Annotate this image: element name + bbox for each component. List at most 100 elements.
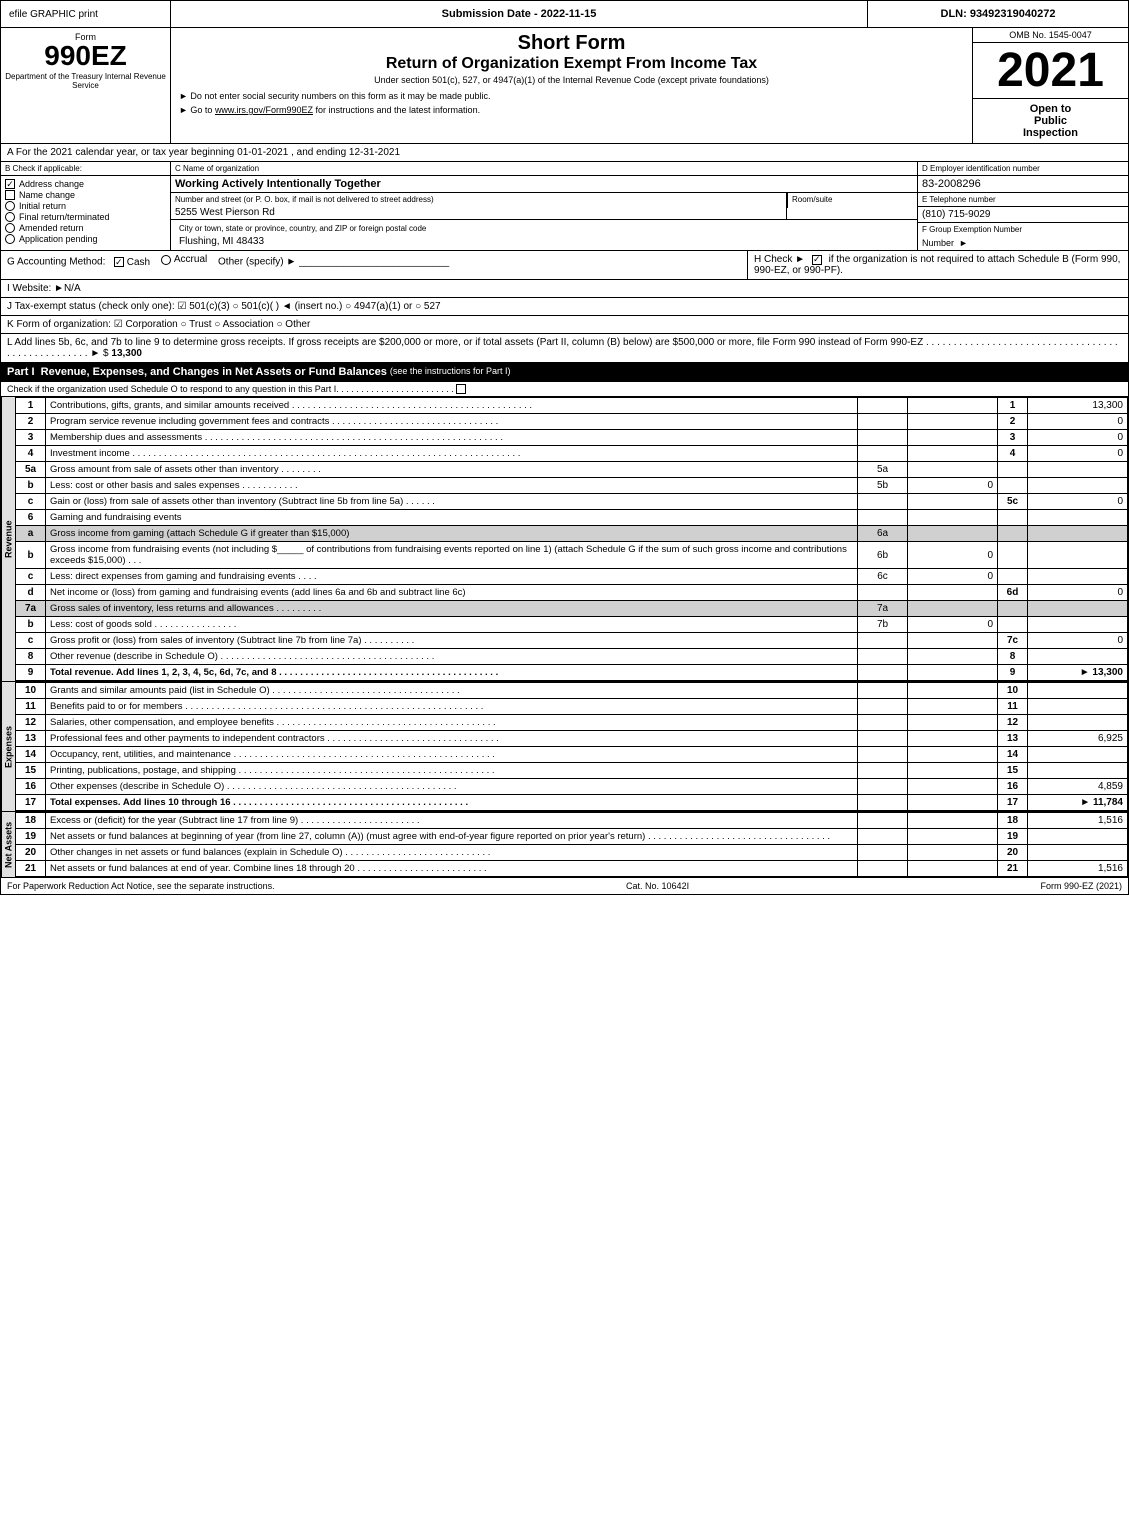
row-label: Program service revenue including govern… xyxy=(46,414,858,430)
row-num: 4 xyxy=(16,446,46,462)
check-address-change[interactable]: Address change xyxy=(5,179,166,189)
row-linenum: 6d xyxy=(998,585,1028,601)
row-label: Gross amount from sale of assets other t… xyxy=(46,462,858,478)
checkbox-name-change[interactable] xyxy=(5,190,15,200)
row-linenum: 7c xyxy=(998,633,1028,649)
g-accrual-radio[interactable]: Accrual xyxy=(161,254,207,265)
row-num: a xyxy=(16,526,46,542)
radio-amended-return[interactable] xyxy=(5,223,15,233)
top-bar: efile GRAPHIC print Submission Date - 20… xyxy=(0,0,1129,28)
row-label: Other expenses (describe in Schedule O) … xyxy=(46,779,858,795)
row-amount xyxy=(1028,478,1128,494)
g-cash-check[interactable]: Cash xyxy=(114,257,150,268)
row-label: Less: direct expenses from gaming and fu… xyxy=(46,569,858,585)
l-arrow: ► $ xyxy=(90,348,108,359)
row-linenum: 19 xyxy=(998,829,1028,845)
radio-accrual[interactable] xyxy=(161,255,171,265)
page: efile GRAPHIC print Submission Date - 20… xyxy=(0,0,1129,895)
row-amount xyxy=(1028,845,1128,861)
check-application-pending[interactable]: Application pending xyxy=(5,234,166,244)
g-accrual-label: Accrual xyxy=(174,254,207,265)
check-name-change[interactable]: Name change xyxy=(5,190,166,200)
row-num: 9 xyxy=(16,665,46,681)
row-linenum xyxy=(998,569,1028,585)
row-val xyxy=(908,795,998,811)
footer-left: For Paperwork Reduction Act Notice, see … xyxy=(7,881,275,891)
row-label: Less: cost or other basis and sales expe… xyxy=(46,478,858,494)
row-ref xyxy=(858,763,908,779)
row-ref xyxy=(858,683,908,699)
row-val: 0 xyxy=(908,617,998,633)
open-word: Inspection xyxy=(977,127,1124,139)
part1-checkbox[interactable] xyxy=(456,384,466,394)
label-final-return: Final return/terminated xyxy=(19,212,110,222)
website-row: I Website: ►N/A xyxy=(0,280,1129,298)
g-cash-label: Cash xyxy=(127,257,150,268)
row-linenum xyxy=(998,542,1028,569)
net-assets-side-label: Net Assets xyxy=(1,812,15,877)
checkbox-address-change[interactable] xyxy=(5,179,15,189)
row-val xyxy=(908,585,998,601)
row-linenum: 3 xyxy=(998,430,1028,446)
row-ref xyxy=(858,779,908,795)
footer-right: Form 990-EZ (2021) xyxy=(1040,881,1122,891)
row-num: 12 xyxy=(16,715,46,731)
form-990ez: 990EZ xyxy=(44,42,127,70)
row-val xyxy=(908,414,998,430)
row-ref xyxy=(858,747,908,763)
row-val xyxy=(908,731,998,747)
row-ref xyxy=(858,845,908,861)
department-label: Department of the Treasury Internal Reve… xyxy=(5,72,166,90)
row-ref: 5b xyxy=(858,478,908,494)
row-amount xyxy=(1028,699,1128,715)
row-label: Occupancy, rent, utilities, and maintena… xyxy=(46,747,858,763)
row-val xyxy=(908,845,998,861)
expenses-table: 10Grants and similar amounts paid (list … xyxy=(15,682,1128,811)
radio-initial-return[interactable] xyxy=(5,201,15,211)
dln: DLN: 93492319040272 xyxy=(868,1,1128,27)
row-label: Gross profit or (loss) from sales of inv… xyxy=(46,633,858,649)
row-ref xyxy=(858,430,908,446)
row-ref: 6b xyxy=(858,542,908,569)
part1-check-label: Check if the organization used Schedule … xyxy=(7,384,336,394)
row-linenum: 5c xyxy=(998,494,1028,510)
row-val xyxy=(908,779,998,795)
check-amended-return[interactable]: Amended return xyxy=(5,223,166,233)
row-linenum: 1 xyxy=(998,398,1028,414)
instructions1: Under section 501(c), 527, or 4947(a)(1)… xyxy=(374,75,769,85)
radio-application-pending[interactable] xyxy=(5,234,15,244)
row-ref xyxy=(858,699,908,715)
checkbox-h[interactable] xyxy=(812,255,822,265)
f-value: Number ► xyxy=(918,236,1128,250)
row-label: Salaries, other compensation, and employ… xyxy=(46,715,858,731)
tax-row: J Tax-exempt status (check only one): ☑ … xyxy=(0,298,1129,316)
open-inspection-box: Open to Public Inspection xyxy=(973,99,1128,143)
row-num: b xyxy=(16,478,46,494)
row-val xyxy=(908,715,998,731)
row-ref xyxy=(858,633,908,649)
row-ref xyxy=(858,494,908,510)
return-title: Return of Organization Exempt From Incom… xyxy=(386,55,757,73)
check-final-return[interactable]: Final return/terminated xyxy=(5,212,166,222)
net-assets-table: 18Excess or (deficit) for the year (Subt… xyxy=(15,812,1128,877)
radio-final-return[interactable] xyxy=(5,212,15,222)
check-initial-return[interactable]: Initial return xyxy=(5,201,166,211)
row-label: Total revenue. Add lines 1, 2, 3, 4, 5c,… xyxy=(46,665,858,681)
row-amount: 13,300 xyxy=(1028,398,1128,414)
year-box: 2021 xyxy=(973,43,1128,99)
label-e: E Telephone number xyxy=(918,193,1128,207)
row-linenum: 13 xyxy=(998,731,1028,747)
row-ref xyxy=(858,795,908,811)
acct-right: H Check ► if the organization is not req… xyxy=(748,251,1128,279)
section-a: A For the 2021 calendar year, or tax yea… xyxy=(0,144,1129,162)
city-label: City or town, state or province, country… xyxy=(175,222,913,235)
checkbox-cash[interactable] xyxy=(114,257,124,267)
revenue-side-label: Revenue xyxy=(1,397,15,681)
room-value xyxy=(787,206,917,208)
irs-link[interactable]: www.irs.gov/Form990EZ xyxy=(215,105,313,115)
row-val xyxy=(908,462,998,478)
row-amount xyxy=(1028,649,1128,665)
row-linenum: 2 xyxy=(998,414,1028,430)
form-title-block: Short Form Return of Organization Exempt… xyxy=(171,28,973,143)
address-value: 5255 West Pierson Rd xyxy=(171,206,786,219)
